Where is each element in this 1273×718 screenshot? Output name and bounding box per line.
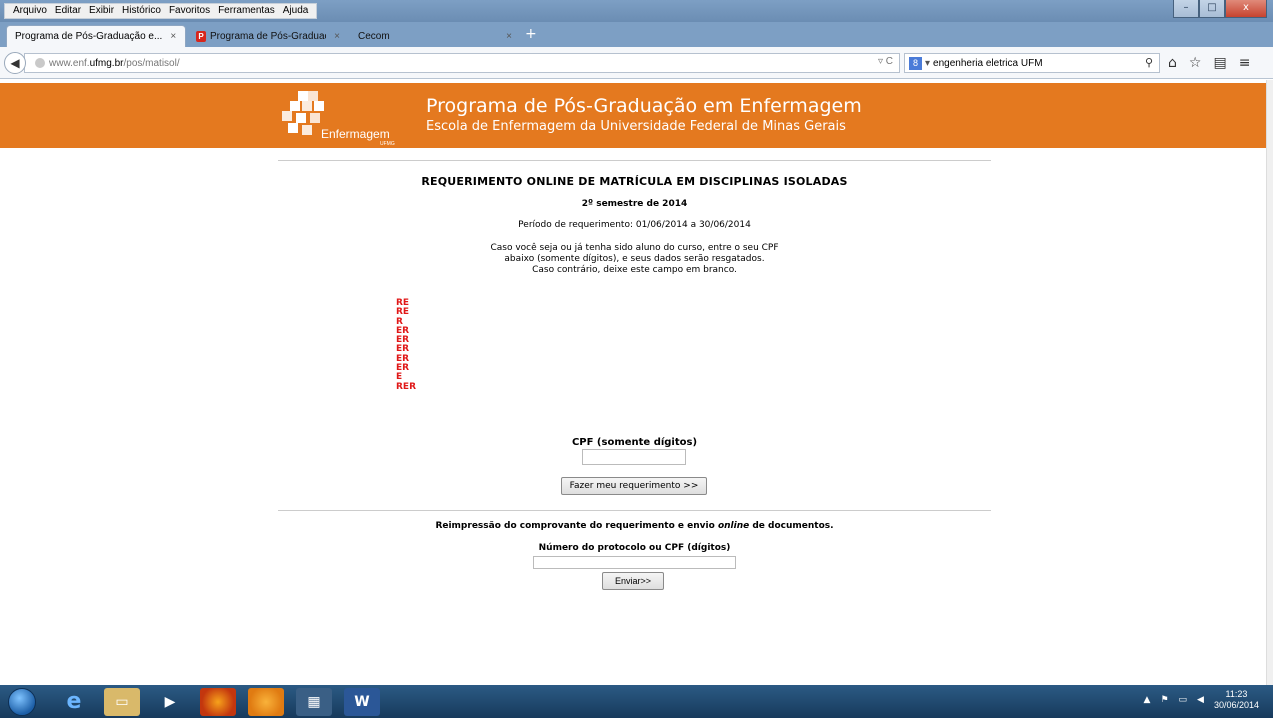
search-input[interactable]: engenheria eletrica UFM bbox=[933, 58, 1043, 69]
clock[interactable]: 11:23 30/06/2014 bbox=[1214, 689, 1259, 711]
favicon-icon: P bbox=[196, 30, 206, 42]
url-bar[interactable]: www.enf. ufmg.br/pos/matisol/ ▿ C bbox=[24, 53, 900, 73]
minimize-button[interactable]: – bbox=[1173, 0, 1199, 18]
cpf-input[interactable] bbox=[582, 449, 686, 465]
url-path: /pos/matisol/ bbox=[123, 57, 180, 69]
enfermagem-logo: Enfermagem UFMG bbox=[280, 89, 398, 147]
tab-programa-2[interactable]: P Programa de Pós-Graduaç... × bbox=[188, 25, 348, 47]
instructions-line: Caso contrário, deixe este campo em bran… bbox=[532, 265, 737, 275]
enviar-button[interactable]: Enviar>> bbox=[602, 572, 664, 590]
page-scrollbar[interactable] bbox=[1266, 80, 1273, 685]
top-divider bbox=[278, 160, 991, 161]
dropdown-arrow-icon[interactable]: ▾ bbox=[925, 58, 930, 69]
url-prefix: www.enf. bbox=[49, 57, 90, 69]
tab-close-icon[interactable]: × bbox=[334, 31, 340, 42]
reprint-text-end: de documentos. bbox=[749, 521, 834, 531]
tab-cecom[interactable]: Cecom × bbox=[350, 25, 520, 47]
system-tray: ▲ ⚑ ▭ ◀ 11:23 30/06/2014 bbox=[1144, 689, 1259, 711]
calculator-icon[interactable]: ▦ bbox=[296, 688, 332, 716]
back-arrow-icon[interactable]: ◀ bbox=[4, 52, 26, 74]
tab-label: Cecom bbox=[358, 30, 390, 42]
network-icon[interactable]: ▭ bbox=[1179, 695, 1188, 705]
semester-label: 2º semestre de 2014 bbox=[581, 199, 688, 209]
menu-bar: Arquivo Editar Exibir Histórico Favorito… bbox=[4, 3, 318, 19]
file-explorer-icon[interactable]: ▭ bbox=[104, 688, 140, 716]
logo-subtext: UFMG bbox=[380, 141, 395, 147]
menu-historico[interactable]: Histórico bbox=[118, 4, 165, 18]
error-code: RER bbox=[396, 381, 417, 392]
period-label: Período de requerimento: 01/06/2014 a 30… bbox=[518, 220, 751, 230]
search-bar[interactable]: 8 ▾ engenheria eletrica UFM ⚲ bbox=[904, 53, 1160, 73]
app-icon[interactable] bbox=[248, 688, 284, 716]
tab-label: Programa de Pós-Graduação e... bbox=[15, 31, 163, 42]
menu-ajuda[interactable]: Ajuda bbox=[279, 4, 313, 18]
cpf-label: CPF (somente dígitos) bbox=[571, 437, 698, 448]
url-domain: ufmg.br bbox=[89, 57, 124, 69]
search-engine-icon[interactable]: 8 bbox=[909, 56, 922, 70]
tab-close-icon[interactable]: × bbox=[170, 31, 176, 42]
close-window-button[interactable]: x bbox=[1225, 0, 1267, 18]
windows-taskbar: e ▭ ▶ ▦ W ▲ ⚑ ▭ ◀ 11:23 30/06/2014 bbox=[0, 685, 1273, 718]
protocol-input[interactable] bbox=[533, 556, 736, 569]
globe-icon bbox=[35, 58, 45, 68]
tab-bar: Programa de Pós-Graduação e... × P Progr… bbox=[0, 22, 1273, 47]
page-title: Programa de Pós-Graduação em Enfermagem bbox=[426, 95, 862, 117]
media-player-icon[interactable]: ▶ bbox=[152, 688, 188, 716]
menu-icon[interactable]: ≡ bbox=[1239, 55, 1251, 71]
page-content: Enfermagem UFMG Programa de Pós-Graduaçã… bbox=[0, 80, 1266, 685]
protocol-label: Número do protocolo ou CPF (dígitos) bbox=[538, 543, 731, 553]
firefox-icon[interactable] bbox=[200, 688, 236, 716]
logo-text: Enfermagem bbox=[321, 127, 390, 141]
menu-arquivo[interactable]: Arquivo bbox=[9, 4, 51, 18]
internet-explorer-icon[interactable]: e bbox=[56, 688, 92, 716]
tab-close-icon[interactable]: × bbox=[506, 31, 512, 42]
volume-icon[interactable]: ◀ bbox=[1197, 695, 1204, 705]
reprint-italic: online bbox=[717, 521, 750, 531]
menu-ferramentas[interactable]: Ferramentas bbox=[214, 4, 279, 18]
form-title: REQUERIMENTO ONLINE DE MATRÍCULA EM DISC… bbox=[421, 175, 848, 188]
search-icon[interactable]: ⚲ bbox=[1145, 56, 1153, 69]
bookmarks-icon[interactable]: ▤ bbox=[1213, 55, 1226, 71]
toolbar-icons: ⌂ ☆ ▤ ≡ bbox=[1168, 55, 1250, 71]
header-banner: Enfermagem UFMG Programa de Pós-Graduaçã… bbox=[0, 83, 1266, 148]
bookmark-star-icon[interactable]: ☆ bbox=[1189, 55, 1202, 71]
clock-date: 30/06/2014 bbox=[1213, 700, 1259, 710]
menu-exibir[interactable]: Exibir bbox=[85, 4, 118, 18]
new-tab-button[interactable]: + bbox=[525, 26, 537, 42]
reload-icon[interactable]: ▿ C bbox=[878, 56, 893, 67]
menu-favoritos[interactable]: Favoritos bbox=[165, 4, 214, 18]
nav-bar: www.enf. ufmg.br/pos/matisol/ ▿ C ◀ 8 ▾ e… bbox=[0, 47, 1273, 79]
maximize-button[interactable]: □ bbox=[1199, 0, 1225, 18]
tab-label: Programa de Pós-Graduaç... bbox=[210, 30, 327, 42]
reprint-text: Reimpressão do comprovante do requerimen… bbox=[435, 521, 718, 531]
home-icon[interactable]: ⌂ bbox=[1168, 55, 1177, 71]
clock-time: 11:23 bbox=[1225, 689, 1248, 699]
instructions-line: abaixo (somente dígitos), e seus dados s… bbox=[504, 254, 765, 264]
instructions-line: Caso você seja ou já tenha sido aluno do… bbox=[490, 243, 779, 253]
window-titlebar: Arquivo Editar Exibir Histórico Favorito… bbox=[0, 0, 1273, 22]
page-subtitle: Escola de Enfermagem da Universidade Fed… bbox=[426, 119, 846, 134]
tray-arrow-icon[interactable]: ▲ bbox=[1144, 695, 1151, 705]
word-icon[interactable]: W bbox=[344, 688, 380, 716]
tab-programa-1[interactable]: Programa de Pós-Graduação e... × bbox=[6, 25, 186, 47]
start-button-icon[interactable] bbox=[8, 688, 36, 716]
middle-divider bbox=[278, 510, 991, 511]
reprint-title: Reimpressão do comprovante do requerimen… bbox=[278, 521, 991, 531]
flag-icon[interactable]: ⚑ bbox=[1160, 695, 1168, 705]
submit-request-button[interactable]: Fazer meu requerimento >> bbox=[561, 477, 707, 495]
error-codes-list: RE RE R ER ER ER ER ER E RER bbox=[396, 298, 417, 392]
instructions-text: Caso você seja ou já tenha sido aluno do… bbox=[278, 243, 991, 276]
window-controls: – □ x bbox=[1173, 0, 1267, 18]
menu-editar[interactable]: Editar bbox=[51, 4, 85, 18]
